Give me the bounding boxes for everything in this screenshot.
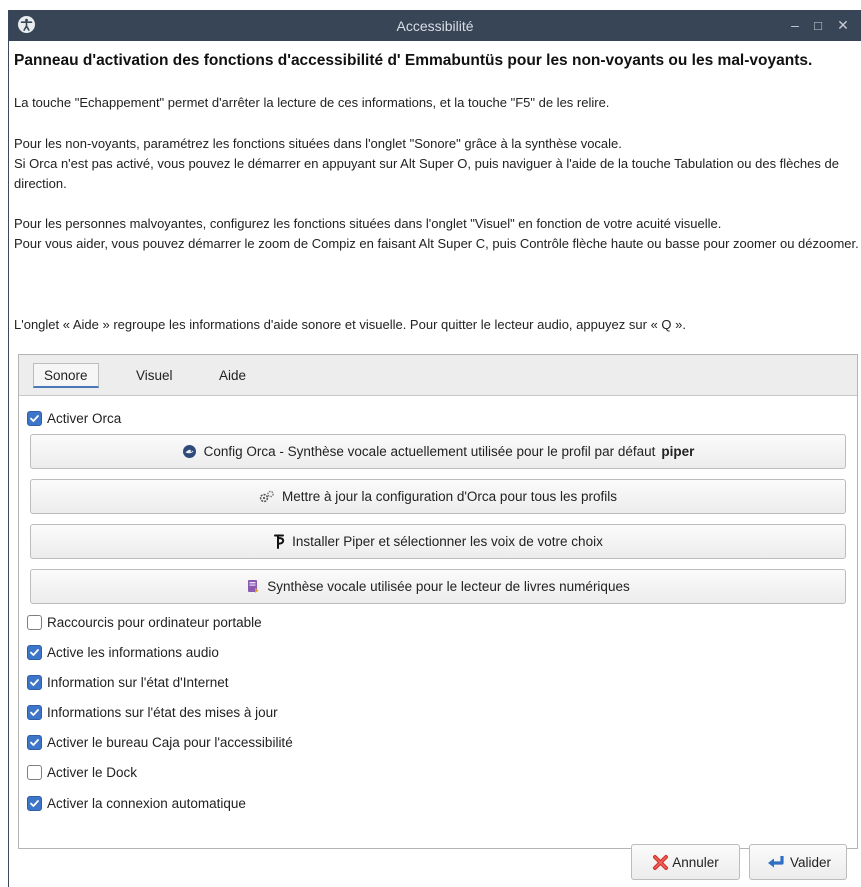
ebook-voice-label: Synthèse vocale utilisée pour le lecteur…	[267, 579, 630, 594]
tab-bar: Sonore Visuel Aide	[19, 355, 857, 396]
ok-button[interactable]: Valider	[749, 844, 847, 880]
red-x-icon	[652, 854, 669, 871]
intro-paragraph-help: L'onglet « Aide » regroupe les informati…	[14, 317, 686, 332]
checkbox-label: Activer le bureau Caja pour l'accessibil…	[47, 734, 293, 750]
checkbox-checked-icon[interactable]	[27, 704, 42, 720]
cancel-button[interactable]: Annuler	[631, 844, 740, 880]
intro-paragraph-lowvision: Pour les personnes malvoyantes, configur…	[14, 216, 859, 251]
enter-arrow-icon	[765, 854, 787, 871]
update-orca-profiles-label: Mettre à jour la configuration d'Orca po…	[282, 489, 617, 504]
tab-sonore[interactable]: Sonore	[33, 363, 99, 388]
page-title: Panneau d'activation des fonctions d'acc…	[14, 52, 813, 69]
tab-visuel[interactable]: Visuel	[126, 363, 183, 388]
checkbox-label: Activer la connexion automatique	[47, 795, 246, 811]
checkbox-label: Informations sur l'état des mises à jour	[47, 704, 278, 720]
activer-orca-checkbox[interactable]: Activer Orca	[27, 408, 121, 428]
install-piper-button[interactable]: Installer Piper et sélectionner les voix…	[30, 524, 846, 559]
minimize-button[interactable]: –	[785, 17, 805, 34]
option-checkbox-audio-info[interactable]: Active les informations audio	[27, 642, 219, 662]
option-checkbox-laptop-shortcuts[interactable]: Raccourcis pour ordinateur portable	[27, 612, 262, 632]
window-title: Accessibilité	[396, 18, 474, 34]
config-orca-voice: piper	[661, 444, 695, 459]
intro-paragraph-blind: Pour les non-voyants, paramétrez les fon…	[14, 136, 839, 191]
checkbox-label: Raccourcis pour ordinateur portable	[47, 614, 262, 630]
option-checkbox-updates-state[interactable]: Informations sur l'état des mises à jour	[27, 702, 278, 722]
checkbox-checked-icon[interactable]	[27, 410, 42, 426]
settings-gears-icon	[259, 490, 275, 503]
title-bar[interactable]: Accessibilité – □ ✕	[9, 10, 861, 41]
cancel-label: Annuler	[672, 854, 719, 870]
checkbox-label: Activer Orca	[47, 410, 122, 426]
checkbox-label: Information sur l'état d'Internet	[47, 674, 229, 690]
checkbox-checked-icon[interactable]	[27, 644, 42, 660]
option-checkbox-dock[interactable]: Activer le Dock	[27, 762, 137, 782]
option-checkbox-internet-state[interactable]: Information sur l'état d'Internet	[27, 672, 229, 692]
checkbox-unchecked-icon[interactable]	[27, 764, 42, 780]
maximize-button[interactable]: □	[808, 17, 828, 34]
ok-label: Valider	[789, 854, 832, 870]
piper-icon	[273, 534, 285, 549]
checkbox-unchecked-icon[interactable]	[27, 614, 42, 630]
close-button[interactable]: ✕	[833, 17, 853, 34]
tab-panel: Sonore Visuel Aide Activer Orca Config O…	[18, 354, 858, 849]
checkbox-checked-icon[interactable]	[27, 674, 42, 690]
config-orca-label: Config Orca - Synthèse vocale actuelleme…	[203, 444, 656, 459]
ebook-reader-icon	[246, 579, 260, 594]
checkbox-label: Active les informations audio	[47, 644, 219, 660]
intro-paragraph-escape: La touche "Echappement" permet d'arrêter…	[14, 95, 610, 110]
config-orca-button[interactable]: Config Orca - Synthèse vocale actuelleme…	[30, 434, 846, 469]
checkbox-label: Activer le Dock	[47, 764, 138, 780]
checkbox-checked-icon[interactable]	[27, 734, 42, 750]
install-piper-label: Installer Piper et sélectionner les voix…	[292, 534, 603, 549]
ebook-voice-button[interactable]: Synthèse vocale utilisée pour le lecteur…	[30, 569, 846, 604]
accessibility-window: Accessibilité – □ ✕ Panneau d'activation…	[8, 10, 861, 887]
option-checkbox-autologin[interactable]: Activer la connexion automatique	[27, 793, 246, 813]
tab-aide[interactable]: Aide	[209, 363, 256, 388]
orca-icon	[182, 444, 197, 459]
checkbox-checked-icon[interactable]	[27, 795, 42, 811]
update-orca-profiles-button[interactable]: Mettre à jour la configuration d'Orca po…	[30, 479, 846, 514]
option-checkbox-caja-desktop[interactable]: Activer le bureau Caja pour l'accessibil…	[27, 732, 293, 752]
